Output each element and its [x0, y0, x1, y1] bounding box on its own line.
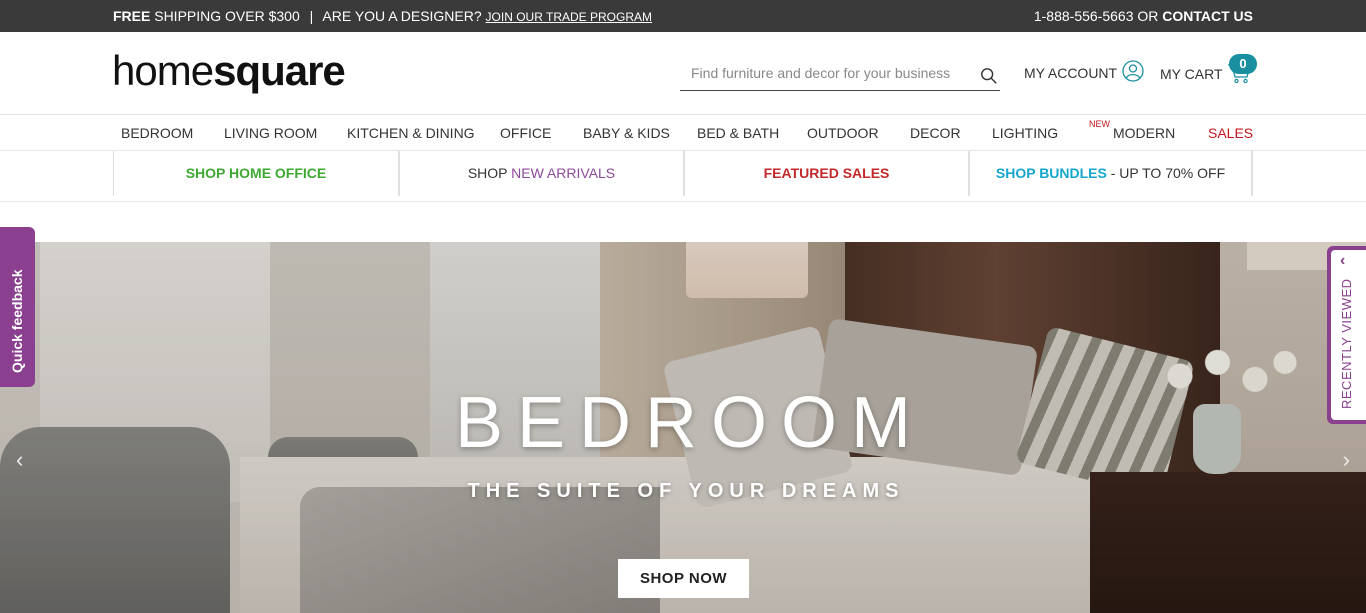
nav-office[interactable]: OFFICE	[500, 125, 551, 141]
shop-home-office-link[interactable]: SHOP HOME OFFICE	[113, 151, 398, 196]
contact-info: 1-888-556-5663 OR CONTACT US	[1034, 8, 1253, 24]
shop-word: SHOP	[467, 165, 508, 181]
bundles-discount: - UP TO 70% OFF	[1110, 165, 1226, 181]
logo-home-text: home	[112, 47, 214, 94]
shipping-text: SHIPPING OVER $300	[154, 8, 300, 24]
search-box	[680, 58, 1000, 91]
new-arrivals-label: NEW ARRIVALS	[511, 165, 616, 181]
nav-outdoor[interactable]: OUTDOOR	[807, 125, 879, 141]
promo-strip: SHOP HOME OFFICE SHOP NEW ARRIVALS FEATU…	[0, 151, 1366, 202]
shop-bundles-link[interactable]: SHOP BUNDLES - UP TO 70% OFF	[968, 151, 1253, 196]
nav-decor[interactable]: DECOR	[910, 125, 961, 141]
separator: |	[309, 8, 314, 24]
nav-sales[interactable]: SALES	[1208, 125, 1253, 141]
recently-viewed-label: RECENTLY VIEWED	[1339, 278, 1354, 409]
prev-slide-icon[interactable]: ‹	[16, 447, 23, 473]
recently-viewed-tab[interactable]: ‹ RECENTLY VIEWED	[1327, 246, 1366, 424]
homesquare-logo[interactable]: homesquare	[112, 46, 346, 96]
top-promo-bar: FREE SHIPPING OVER $300 | ARE YOU A DESI…	[0, 0, 1366, 32]
shop-new-arrivals-link[interactable]: SHOP NEW ARRIVALS	[398, 151, 683, 196]
quick-feedback-label: Quick feedback	[9, 269, 25, 374]
bundles-label: SHOP BUNDLES	[995, 165, 1107, 181]
shop-now-button[interactable]: SHOP NOW	[618, 559, 749, 598]
shipping-promo: FREE SHIPPING OVER $300 | ARE YOU A DESI…	[113, 8, 652, 24]
user-icon	[1122, 60, 1144, 82]
next-slide-icon[interactable]: ›	[1343, 447, 1350, 473]
account-label: MY ACCOUNT	[1024, 65, 1118, 81]
contact-us-link[interactable]: CONTACT US	[1162, 8, 1253, 24]
featured-sales-link[interactable]: FEATURED SALES	[683, 151, 968, 196]
new-tag: NEW	[1089, 119, 1110, 129]
nav-modern[interactable]: NEW MODERN	[1089, 119, 1176, 141]
nav-modern-label: MODERN	[1113, 125, 1176, 141]
hero-title: BEDROOM	[454, 383, 926, 463]
cart-label: MY CART	[1160, 66, 1223, 82]
hero-subtitle: THE SUITE OF YOUR DREAMS	[467, 480, 905, 502]
home-office-label: SHOP HOME OFFICE	[185, 165, 327, 181]
quick-feedback-tab[interactable]: Quick feedback	[0, 227, 35, 387]
search-icon[interactable]	[980, 67, 998, 85]
logo-square-text: square	[213, 47, 346, 94]
featured-sales-label: FEATURED SALES	[763, 165, 890, 181]
trade-program-link[interactable]: JOIN OUR TRADE PROGRAM	[486, 10, 652, 24]
free-label: FREE	[113, 8, 151, 24]
my-account-link[interactable]: MY ACCOUNT	[1024, 60, 1144, 82]
nav-kitchen-dining[interactable]: KITCHEN & DINING	[347, 125, 475, 141]
nav-lighting[interactable]: LIGHTING	[992, 125, 1058, 141]
nav-baby-kids[interactable]: BABY & KIDS	[583, 125, 670, 141]
main-nav: BEDROOM LIVING ROOM KITCHEN & DINING OFF…	[0, 115, 1366, 151]
nav-bed-bath[interactable]: BED & BATH	[697, 125, 779, 141]
phone-number: 1-888-556-5663 OR	[1033, 8, 1159, 24]
chevron-left-icon: ‹	[1340, 252, 1346, 269]
nav-living-room[interactable]: LIVING ROOM	[224, 125, 317, 141]
search-input[interactable]	[680, 58, 970, 88]
site-header: homesquare MY ACCOUNT MY CART 0	[0, 32, 1366, 115]
cart-count-badge: 0	[1229, 54, 1257, 74]
designer-text: ARE YOU A DESIGNER?	[322, 8, 482, 24]
nav-bedroom[interactable]: BEDROOM	[121, 125, 193, 141]
hero-banner[interactable]: BEDROOM THE SUITE OF YOUR DREAMS SHOP NO…	[0, 242, 1366, 613]
